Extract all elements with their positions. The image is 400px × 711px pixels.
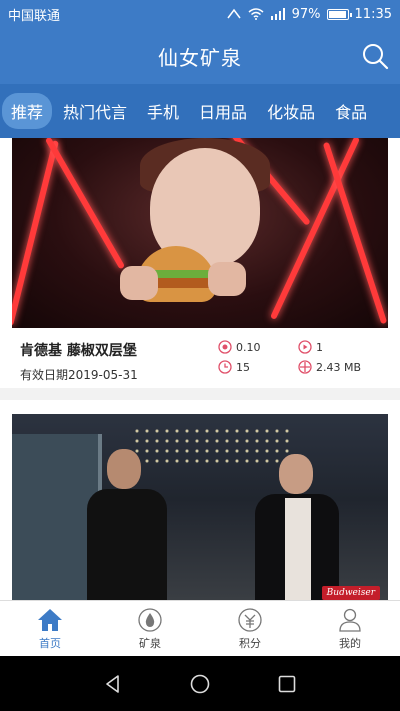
recent-apps-icon[interactable] <box>276 673 298 695</box>
ad-thumbnail[interactable] <box>12 138 388 328</box>
battery-icon <box>326 8 352 20</box>
tab-daily-goods[interactable]: 日用品 <box>190 93 256 129</box>
home-icon <box>38 608 62 631</box>
page-title: 仙女矿泉 <box>158 45 242 70</box>
file-size-icon <box>298 360 312 374</box>
nav-home-label: 首页 <box>39 636 61 650</box>
nav-points-label: 积分 <box>239 636 261 650</box>
bottom-nav: 首页 矿泉 积分 我的 <box>0 600 400 656</box>
signal-icon <box>270 8 285 20</box>
nav-spring[interactable]: 矿泉 <box>100 601 200 656</box>
tab-phones[interactable]: 手机 <box>138 93 188 129</box>
home-circle-icon[interactable] <box>189 673 211 695</box>
size-value: 2.43 MB <box>316 360 362 374</box>
water-drop-icon <box>138 607 162 632</box>
reward-value: 0.10 <box>236 340 261 354</box>
clock-icon <box>218 360 232 374</box>
ad-feed: 肯德基 藤椒双层堡 有效日期2019-05-31 0.10 1 15 2.43 … <box>0 138 400 600</box>
app-header: 仙女矿泉 <box>0 28 400 84</box>
search-icon[interactable] <box>360 41 390 71</box>
carrier-name: 中国联通 <box>8 8 61 24</box>
nfc-icon <box>227 8 241 19</box>
app-screen: 中国联通 97% 11:35 仙女矿泉 推荐 热门代言 手机 日用品 化妆品 食… <box>0 0 400 711</box>
ad-stats: 0.10 1 15 2.43 MB <box>218 340 378 374</box>
wifi-icon <box>248 8 264 20</box>
nav-mine-label: 我的 <box>339 636 361 650</box>
ad-card[interactable]: Budweiser <box>0 400 400 600</box>
ad-title: 肯德基 藤椒双层堡 <box>20 343 137 359</box>
tab-food[interactable]: 食品 <box>326 93 376 129</box>
points-icon <box>238 607 262 632</box>
size-stat: 2.43 MB <box>298 360 378 374</box>
ad-card[interactable]: 肯德基 藤椒双层堡 有效日期2019-05-31 0.10 1 15 2.43 … <box>0 138 400 388</box>
plays-value: 1 <box>316 340 323 354</box>
plays-stat: 1 <box>298 340 378 354</box>
status-icons: 97% 11:35 <box>226 7 392 22</box>
reward-stat: 0.10 <box>218 340 298 354</box>
tab-hot-endorsements[interactable]: 热门代言 <box>54 93 136 129</box>
system-nav-bar <box>0 656 400 711</box>
nav-home[interactable]: 首页 <box>0 601 100 656</box>
clock: 11:35 <box>354 6 392 22</box>
brand-badge: Budweiser <box>321 586 380 600</box>
tab-cosmetics[interactable]: 化妆品 <box>258 93 324 129</box>
duration-value: 15 <box>236 360 250 374</box>
back-icon[interactable] <box>102 673 124 695</box>
ad-expiry-date: 有效日期2019-05-31 <box>20 368 138 382</box>
nav-points[interactable]: 积分 <box>200 601 300 656</box>
tab-recommended[interactable]: 推荐 <box>2 93 53 129</box>
play-icon <box>298 340 312 354</box>
ad-thumbnail[interactable]: Budweiser <box>12 414 388 600</box>
user-icon <box>339 608 361 632</box>
battery-percent: 97% <box>291 6 321 22</box>
ad-info: 肯德基 藤椒双层堡 有效日期2019-05-31 0.10 1 15 2.43 … <box>12 328 388 383</box>
duration-stat: 15 <box>218 360 298 374</box>
nav-spring-label: 矿泉 <box>139 636 161 650</box>
category-tabs: 推荐 热门代言 手机 日用品 化妆品 食品 <box>0 84 400 138</box>
reward-icon <box>218 340 232 354</box>
nav-mine[interactable]: 我的 <box>300 601 400 656</box>
status-bar: 中国联通 97% 11:35 <box>0 0 400 28</box>
